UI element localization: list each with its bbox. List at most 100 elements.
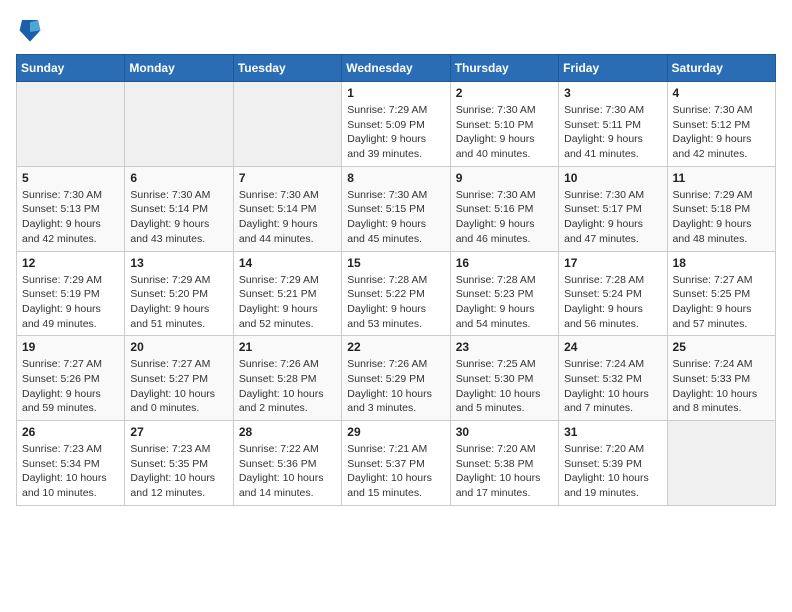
page-header — [16, 16, 776, 44]
day-info: Sunrise: 7:30 AM Sunset: 5:17 PM Dayligh… — [564, 188, 661, 247]
day-info: Sunrise: 7:30 AM Sunset: 5:10 PM Dayligh… — [456, 103, 553, 162]
day-number: 10 — [564, 171, 661, 185]
day-number: 7 — [239, 171, 336, 185]
calendar-header: SundayMondayTuesdayWednesdayThursdayFrid… — [17, 55, 776, 82]
calendar-cell — [125, 82, 233, 167]
calendar-cell: 14 Sunrise: 7:29 AM Sunset: 5:21 PM Dayli… — [233, 251, 341, 336]
calendar-cell: 18Sunrise: 7:27 AM Sunset: 5:25 PM Dayli… — [667, 251, 775, 336]
day-number: 14 — [239, 256, 336, 270]
calendar-cell: 3 Sunrise: 7:30 AM Sunset: 5:11 PM Daylig… — [559, 82, 667, 167]
day-info: Sunrise: 7:30 AM Sunset: 5:14 PM Dayligh… — [130, 188, 227, 247]
day-info: Sunrise: 7:27 AM Sunset: 5:27 PM Dayligh… — [130, 357, 227, 416]
day-number: 26 — [22, 425, 119, 439]
day-info: Sunrise: 7:28 AM Sunset: 5:24 PM Dayligh… — [564, 273, 661, 332]
day-info: Sunrise: 7:25 AM Sunset: 5:30 PM Dayligh… — [456, 357, 553, 416]
day-number: 4 — [673, 86, 770, 100]
day-number: 12 — [22, 256, 119, 270]
day-info: Sunrise: 7:20 AM Sunset: 5:38 PM Dayligh… — [456, 442, 553, 501]
day-info: Sunrise: 7:29 AM Sunset: 5:20 PM Dayligh… — [130, 273, 227, 332]
day-number: 17 — [564, 256, 661, 270]
day-info: Sunrise: 7:29 AM Sunset: 5:19 PM Dayligh… — [22, 273, 119, 332]
day-number: 3 — [564, 86, 661, 100]
logo — [16, 16, 48, 44]
calendar-cell: 12 Sunrise: 7:29 AM Sunset: 5:19 PM Dayli… — [17, 251, 125, 336]
calendar-cell: 10 Sunrise: 7:30 AM Sunset: 5:17 PM Dayli… — [559, 166, 667, 251]
day-info: Sunrise: 7:29 AM Sunset: 5:21 PM Dayligh… — [239, 273, 336, 332]
calendar-cell: 5 Sunrise: 7:30 AM Sunset: 5:13 PM Daylig… — [17, 166, 125, 251]
logo-icon — [18, 16, 42, 44]
weekday-header-monday: Monday — [125, 55, 233, 82]
calendar-table: SundayMondayTuesdayWednesdayThursdayFrid… — [16, 54, 776, 506]
calendar-cell: 26 Sunrise: 7:23 AM Sunset: 5:34 PM Dayli… — [17, 421, 125, 506]
calendar-cell: 23 Sunrise: 7:25 AM Sunset: 5:30 PM Dayli… — [450, 336, 558, 421]
day-info: Sunrise: 7:23 AM Sunset: 5:35 PM Dayligh… — [130, 442, 227, 501]
day-number: 31 — [564, 425, 661, 439]
day-number: 5 — [22, 171, 119, 185]
day-number: 6 — [130, 171, 227, 185]
day-info: Sunrise: 7:28 AM Sunset: 5:22 PM Dayligh… — [347, 273, 444, 332]
weekday-header-tuesday: Tuesday — [233, 55, 341, 82]
calendar-cell: 15Sunrise: 7:28 AM Sunset: 5:22 PM Dayli… — [342, 251, 450, 336]
calendar-cell — [17, 82, 125, 167]
day-info: Sunrise: 7:27 AM Sunset: 5:26 PM Dayligh… — [22, 357, 119, 416]
calendar-cell: 31 Sunrise: 7:20 AM Sunset: 5:39 PM Dayli… — [559, 421, 667, 506]
weekday-header-saturday: Saturday — [667, 55, 775, 82]
calendar-cell: 30Sunrise: 7:20 AM Sunset: 5:38 PM Dayli… — [450, 421, 558, 506]
day-info: Sunrise: 7:30 AM Sunset: 5:14 PM Dayligh… — [239, 188, 336, 247]
day-number: 23 — [456, 340, 553, 354]
day-info: Sunrise: 7:29 AM Sunset: 5:18 PM Dayligh… — [673, 188, 770, 247]
day-info: Sunrise: 7:24 AM Sunset: 5:33 PM Dayligh… — [673, 357, 770, 416]
day-number: 20 — [130, 340, 227, 354]
calendar-week-3: 12 Sunrise: 7:29 AM Sunset: 5:19 PM Dayli… — [17, 251, 776, 336]
day-info: Sunrise: 7:28 AM Sunset: 5:23 PM Dayligh… — [456, 273, 553, 332]
calendar-cell: 27 Sunrise: 7:23 AM Sunset: 5:35 PM Dayli… — [125, 421, 233, 506]
calendar-cell: 20 Sunrise: 7:27 AM Sunset: 5:27 PM Dayli… — [125, 336, 233, 421]
day-number: 2 — [456, 86, 553, 100]
calendar-week-5: 26 Sunrise: 7:23 AM Sunset: 5:34 PM Dayli… — [17, 421, 776, 506]
day-number: 18 — [673, 256, 770, 270]
calendar-week-1: 1 Sunrise: 7:29 AM Sunset: 5:09 PM Daylig… — [17, 82, 776, 167]
day-number: 13 — [130, 256, 227, 270]
calendar-cell: 22 Sunrise: 7:26 AM Sunset: 5:29 PM Dayli… — [342, 336, 450, 421]
calendar-cell: 4 Sunrise: 7:30 AM Sunset: 5:12 PM Daylig… — [667, 82, 775, 167]
day-info: Sunrise: 7:26 AM Sunset: 5:29 PM Dayligh… — [347, 357, 444, 416]
day-info: Sunrise: 7:30 AM Sunset: 5:12 PM Dayligh… — [673, 103, 770, 162]
calendar-cell: 16Sunrise: 7:28 AM Sunset: 5:23 PM Dayli… — [450, 251, 558, 336]
day-number: 22 — [347, 340, 444, 354]
day-info: Sunrise: 7:22 AM Sunset: 5:36 PM Dayligh… — [239, 442, 336, 501]
day-number: 27 — [130, 425, 227, 439]
day-number: 29 — [347, 425, 444, 439]
day-info: Sunrise: 7:30 AM Sunset: 5:15 PM Dayligh… — [347, 188, 444, 247]
calendar-cell: 19Sunrise: 7:27 AM Sunset: 5:26 PM Dayli… — [17, 336, 125, 421]
weekday-header-sunday: Sunday — [17, 55, 125, 82]
calendar-cell: 29 Sunrise: 7:21 AM Sunset: 5:37 PM Dayli… — [342, 421, 450, 506]
calendar-cell: 28 Sunrise: 7:22 AM Sunset: 5:36 PM Dayli… — [233, 421, 341, 506]
day-info: Sunrise: 7:30 AM Sunset: 5:11 PM Dayligh… — [564, 103, 661, 162]
calendar-cell: 13 Sunrise: 7:29 AM Sunset: 5:20 PM Dayli… — [125, 251, 233, 336]
day-number: 11 — [673, 171, 770, 185]
calendar-cell: 1 Sunrise: 7:29 AM Sunset: 5:09 PM Daylig… — [342, 82, 450, 167]
weekday-header-wednesday: Wednesday — [342, 55, 450, 82]
weekday-row: SundayMondayTuesdayWednesdayThursdayFrid… — [17, 55, 776, 82]
day-info: Sunrise: 7:21 AM Sunset: 5:37 PM Dayligh… — [347, 442, 444, 501]
calendar-cell: 8Sunrise: 7:30 AM Sunset: 5:15 PM Daylig… — [342, 166, 450, 251]
calendar-cell: 24 Sunrise: 7:24 AM Sunset: 5:32 PM Dayli… — [559, 336, 667, 421]
calendar-cell — [667, 421, 775, 506]
day-number: 24 — [564, 340, 661, 354]
day-info: Sunrise: 7:23 AM Sunset: 5:34 PM Dayligh… — [22, 442, 119, 501]
day-number: 28 — [239, 425, 336, 439]
day-info: Sunrise: 7:20 AM Sunset: 5:39 PM Dayligh… — [564, 442, 661, 501]
weekday-header-friday: Friday — [559, 55, 667, 82]
day-number: 1 — [347, 86, 444, 100]
calendar-cell: 25Sunrise: 7:24 AM Sunset: 5:33 PM Dayli… — [667, 336, 775, 421]
day-number: 21 — [239, 340, 336, 354]
day-info: Sunrise: 7:30 AM Sunset: 5:16 PM Dayligh… — [456, 188, 553, 247]
calendar-cell: 6 Sunrise: 7:30 AM Sunset: 5:14 PM Daylig… — [125, 166, 233, 251]
calendar-cell: 2 Sunrise: 7:30 AM Sunset: 5:10 PM Daylig… — [450, 82, 558, 167]
weekday-header-thursday: Thursday — [450, 55, 558, 82]
day-info: Sunrise: 7:26 AM Sunset: 5:28 PM Dayligh… — [239, 357, 336, 416]
day-info: Sunrise: 7:24 AM Sunset: 5:32 PM Dayligh… — [564, 357, 661, 416]
day-number: 9 — [456, 171, 553, 185]
day-info: Sunrise: 7:29 AM Sunset: 5:09 PM Dayligh… — [347, 103, 444, 162]
day-info: Sunrise: 7:30 AM Sunset: 5:13 PM Dayligh… — [22, 188, 119, 247]
